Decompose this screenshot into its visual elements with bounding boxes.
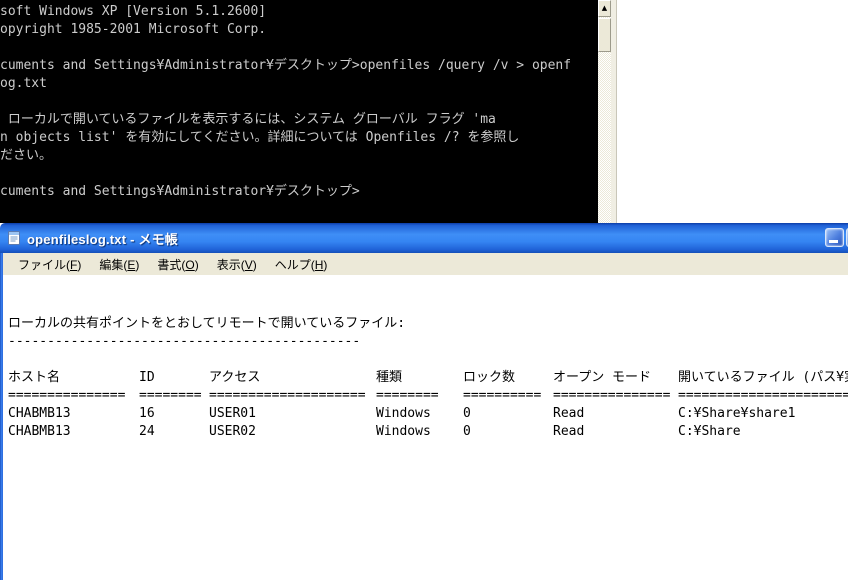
col-header-open-mode: オープン モード (553, 369, 651, 387)
table-row: CHABMB13 16 USER01 Windows 0 Read C:¥Sha… (0, 405, 848, 423)
document-intro-line: ローカルの共有ポイントをとおしてリモートで開いているファイル: (0, 315, 848, 333)
menu-help[interactable]: ヘルプ(H) (266, 253, 337, 276)
notepad-icon[interactable] (6, 230, 22, 246)
cell-access: USER02 (209, 423, 256, 441)
cell-open-file: C:¥Share¥share1 (678, 405, 795, 423)
cell-id: 16 (139, 405, 155, 423)
console-line: ローカルで開いているファイルを表示するには、システム グローバル フラグ 'ma (0, 111, 598, 129)
window-title: openfileslog.txt - メモ帳 (27, 229, 178, 248)
col-rule: ======== (139, 387, 202, 405)
console-line: n objects list' を有効にしてください。詳細については Openf… (0, 129, 598, 147)
col-header-type: 種類 (376, 369, 402, 387)
console-scrollbar[interactable]: ▲ (598, 0, 611, 223)
col-header-id: ID (139, 369, 155, 387)
console-line (0, 93, 598, 111)
menu-file[interactable]: ファイル(F) (9, 253, 90, 276)
col-rule: =============== (553, 387, 670, 405)
console-line: cuments and Settings¥Administrator¥デスクトッ… (0, 57, 598, 75)
col-rule: ======== (376, 387, 439, 405)
col-header-hostname: ホスト名 (8, 369, 60, 387)
table-row: CHABMB13 24 USER02 Windows 0 Read C:¥Sha… (0, 423, 848, 441)
scrollbar-thumb[interactable] (598, 18, 611, 52)
menu-view[interactable]: 表示(V) (208, 253, 266, 276)
cell-hostname: CHABMB13 (8, 423, 71, 441)
table-rule-row: =============== ======== ===============… (0, 387, 848, 405)
cell-id: 24 (139, 423, 155, 441)
console-line (0, 165, 598, 183)
console-line: soft Windows XP [Version 5.1.2600] (0, 3, 598, 21)
console-line: og.txt (0, 75, 598, 93)
col-header-access: アクセス (209, 369, 260, 387)
console-line (0, 39, 598, 57)
notepad-window: openfileslog.txt - メモ帳 ファイル(F) 編集(E) 書式(… (0, 223, 848, 580)
console-prompt-line: cuments and Settings¥Administrator¥デスクトッ… (0, 183, 598, 201)
console-output: soft Windows XP [Version 5.1.2600] opyri… (0, 0, 598, 223)
console-window-right-border (611, 0, 617, 223)
col-rule: ========== (463, 387, 541, 405)
col-rule: ==================== (209, 387, 366, 405)
col-header-open-file: 開いているファイル (パス¥実行可能ファイル) (678, 369, 848, 387)
command-prompt-window[interactable]: soft Windows XP [Version 5.1.2600] opyri… (0, 0, 617, 223)
document-underline-line: ----------------------------------------… (0, 333, 848, 351)
scrollbar-up-button[interactable]: ▲ (598, 0, 611, 17)
up-arrow-icon: ▲ (602, 5, 607, 12)
cell-locks: 0 (463, 423, 471, 441)
cell-type: Windows (376, 423, 431, 441)
notepad-menubar: ファイル(F) 編集(E) 書式(O) 表示(V) ヘルプ(H) (3, 253, 848, 275)
document-underline: ----------------------------------------… (8, 333, 360, 351)
cell-type: Windows (376, 405, 431, 423)
minimize-icon (829, 240, 838, 243)
desktop: soft Windows XP [Version 5.1.2600] opyri… (0, 0, 848, 580)
cell-open-mode: Read (553, 423, 584, 441)
col-rule: ========================================… (678, 387, 848, 405)
cell-open-file: C:¥Share (678, 423, 741, 441)
cell-open-mode: Read (553, 405, 584, 423)
table-header-row: ホスト名 ID アクセス 種類 ロック数 オープン モード 開いているファイル … (0, 369, 848, 387)
document-intro: ローカルの共有ポイントをとおしてリモートで開いているファイル: (8, 315, 405, 333)
console-line: ださい。 (0, 147, 598, 165)
col-header-locks: ロック数 (463, 369, 515, 387)
console-line: opyright 1985-2001 Microsoft Corp. (0, 21, 598, 39)
cell-access: USER01 (209, 405, 256, 423)
menu-edit[interactable]: 編集(E) (90, 253, 148, 276)
minimize-button[interactable] (825, 228, 844, 247)
menu-format[interactable]: 書式(O) (148, 253, 207, 276)
cell-locks: 0 (463, 405, 471, 423)
notepad-titlebar[interactable]: openfileslog.txt - メモ帳 (0, 223, 848, 253)
cell-hostname: CHABMB13 (8, 405, 71, 423)
col-rule: =============== (8, 387, 125, 405)
